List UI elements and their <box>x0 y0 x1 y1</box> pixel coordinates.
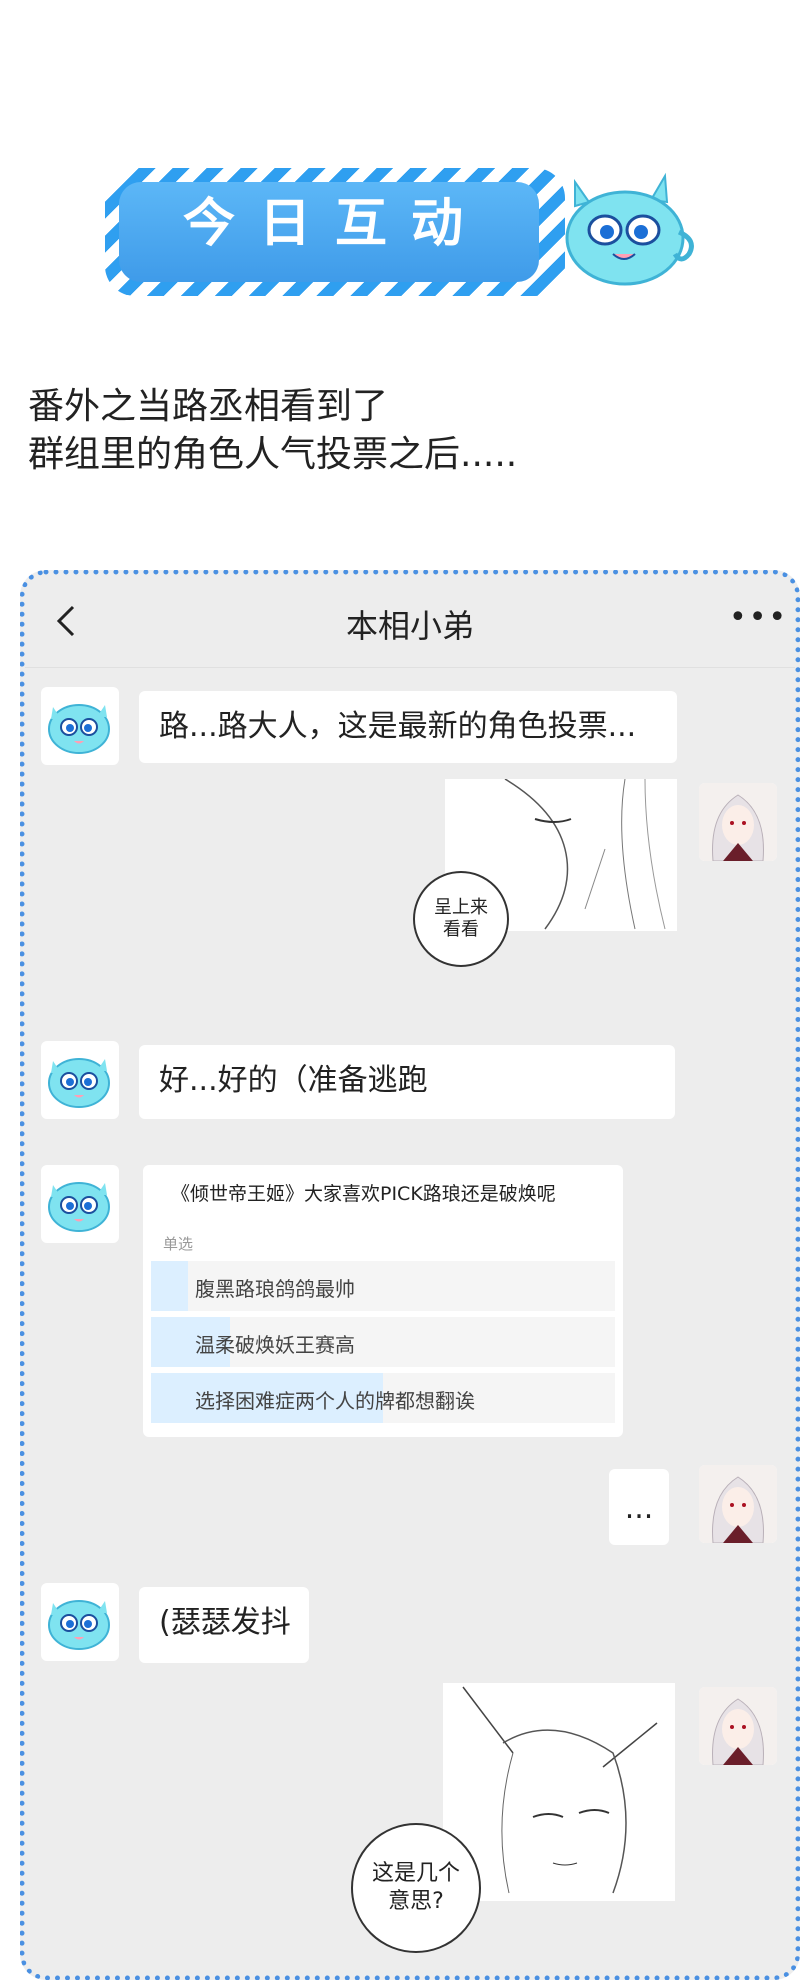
message-bubble: 好...好的（准备逃跑 <box>139 1045 675 1119</box>
poll-option-label: 选择困难症两个人的牌都想翻诶 <box>195 1389 475 1413</box>
banner-title: 今日互动 <box>183 194 488 254</box>
banner: 今日互动 <box>105 168 694 296</box>
poll-option[interactable]: 温柔破焕妖王赛高 <box>151 1317 615 1367</box>
chat-topbar: 本相小弟 ••• <box>25 575 795 668</box>
mascot-icon <box>565 172 694 286</box>
mascot-icon <box>48 1058 110 1108</box>
lu-lang-avatar[interactable] <box>699 1465 777 1543</box>
poll-card: 《倾世帝王姬》大家喜欢PICK路琅还是破焕呢 单选 腹黑路琅鸽鸽最帅 温柔破焕妖… <box>143 1165 623 1437</box>
mascot-icon <box>48 704 110 754</box>
character-portrait-icon <box>699 1687 777 1765</box>
poll-type: 单选 <box>163 1235 194 1253</box>
mascot-avatar[interactable] <box>41 687 119 765</box>
mascot-icon <box>48 1600 110 1650</box>
poll-option-label: 温柔破焕妖王赛高 <box>195 1333 355 1357</box>
mascot-avatar[interactable] <box>41 1583 119 1661</box>
chat-window: 本相小弟 ••• 路...路大人，这是最新的角色投票... 呈上来 看看 好..… <box>20 570 800 1980</box>
speech-balloon: 这是几个 意思? <box>351 1823 481 1953</box>
headline-line-2: 群组里的角色人气投票之后..... <box>28 434 518 475</box>
mascot-avatar[interactable] <box>41 1165 119 1243</box>
message-bubble: ... <box>609 1469 669 1545</box>
chat-title: 本相小弟 <box>345 607 474 645</box>
speech-balloon: 呈上来 看看 <box>413 871 509 967</box>
poll-option[interactable]: 腹黑路琅鸽鸽最帅 <box>151 1261 615 1311</box>
poll-option-fill <box>151 1261 189 1311</box>
lu-lang-avatar[interactable] <box>699 783 777 861</box>
character-portrait-icon <box>699 1465 777 1543</box>
message-bubble: (瑟瑟发抖 <box>139 1587 309 1663</box>
mascot-icon <box>48 1182 110 1232</box>
message-bubble: 路...路大人，这是最新的角色投票... <box>139 691 677 763</box>
character-portrait-icon <box>699 783 777 861</box>
poll-title: 《倾世帝王姬》大家喜欢PICK路琅还是破焕呢 <box>171 1183 556 1205</box>
poll-option-label: 腹黑路琅鸽鸽最帅 <box>195 1277 355 1301</box>
headline: 番外之当路丞相看到了 群组里的角色人气投票之后..... <box>28 383 517 479</box>
mascot-avatar[interactable] <box>41 1041 119 1119</box>
headline-line-1: 番外之当路丞相看到了 <box>28 386 389 427</box>
more-dots-icon[interactable]: ••• <box>729 603 786 633</box>
poll-option[interactable]: 选择困难症两个人的牌都想翻诶 <box>151 1373 615 1423</box>
lu-lang-avatar[interactable] <box>699 1687 777 1765</box>
